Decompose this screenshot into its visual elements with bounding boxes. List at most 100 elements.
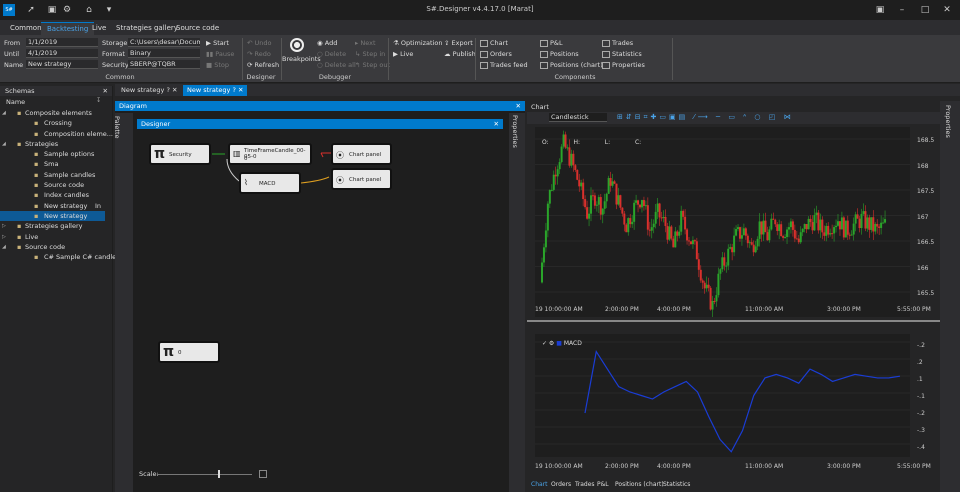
until-field[interactable]: 4/1/2019 [26, 49, 98, 58]
stop-button[interactable]: ■ Stop [206, 61, 229, 69]
step-in-button[interactable]: ↳ Step in [355, 50, 385, 58]
document-tab[interactable]: New strategy ? ✕ [117, 85, 181, 96]
trades-feed-button[interactable]: Trades feed [480, 61, 528, 69]
tree-item[interactable]: ▪ Index candles [0, 190, 105, 200]
candle [668, 226, 671, 240]
tree-item[interactable]: ▪ Crossing [0, 118, 105, 128]
tree-item[interactable]: ◢ ▪ Composite elements [0, 108, 105, 118]
candle [764, 220, 767, 233]
properties-button[interactable]: Properties [602, 61, 645, 69]
tree-item[interactable]: ▪ Sma [0, 159, 105, 169]
name-column-header[interactable]: Name [6, 98, 25, 106]
tree-item[interactable]: ▪ Source code [0, 180, 105, 190]
scale-slider[interactable] [157, 474, 252, 475]
next-button[interactable]: ▸ Next [355, 39, 376, 47]
statistics-button[interactable]: Statistics [602, 50, 642, 58]
step-out-button[interactable]: ↰ Step out [355, 61, 390, 69]
tree-item[interactable]: ◢ ▪ Strategies [0, 139, 105, 149]
tree-item[interactable]: ▷ ▪ Strategies gallery [0, 221, 105, 231]
export-button[interactable]: ⇪ Export [444, 39, 473, 47]
pause-button[interactable]: ▮▮ Pause [206, 50, 234, 58]
help-icon[interactable]: ▣ [875, 5, 885, 15]
candle [836, 221, 839, 226]
toolbar-icons[interactable]: ⊞⇵⊟⌗✚▭▣▤ ⁄⟶ ─ ▭ ᴬ ○ ◰ ⋈ [617, 113, 794, 122]
close-icon[interactable]: ✕ [516, 101, 521, 111]
candle [588, 213, 591, 219]
tree-item[interactable]: ▪ New strategy [0, 210, 105, 222]
storage-field[interactable]: C:\Users\desar\Documer [128, 38, 200, 47]
tree-item[interactable]: ▪ Sample options [0, 149, 105, 159]
security-node[interactable]: π Security [149, 143, 211, 165]
collapse-icon[interactable]: ▷ [2, 221, 6, 231]
scale-slider-thumb[interactable] [218, 470, 220, 478]
add-breakpoint-button[interactable]: ◉ Add [317, 39, 337, 47]
chart-button[interactable]: Chart [480, 39, 508, 47]
candle [735, 229, 738, 236]
tree-item[interactable]: ▪ Composition eleme... [0, 129, 113, 139]
maximize-icon[interactable]: □ [920, 5, 930, 15]
pane-splitter[interactable] [527, 320, 940, 322]
orders-button[interactable]: Orders [480, 50, 512, 58]
document-tab-active[interactable]: New strategy ? ✕ [183, 85, 248, 96]
close-icon[interactable]: ✕ [238, 86, 243, 94]
chart-tab[interactable]: Trades [575, 481, 595, 488]
chart-style-select[interactable]: Candlestick [549, 113, 607, 122]
from-field[interactable]: 1/1/2019 [26, 38, 98, 47]
delete-all-button[interactable]: ○ Delete all [317, 61, 356, 69]
candle [819, 219, 822, 231]
sort-icon[interactable]: ↧ [96, 97, 101, 104]
chart-tab[interactable]: Positions (chart) [615, 481, 664, 488]
tree-item[interactable]: ▷ ▪ Live [0, 232, 105, 242]
delete-breakpoint-button[interactable]: ○ Delete [317, 50, 346, 58]
pi-node[interactable]: π0 [158, 341, 220, 363]
tab-source-code[interactable]: Source code [170, 22, 225, 35]
positions-chart-button[interactable]: Positions (chart) [540, 61, 603, 69]
close-icon[interactable]: ✕ [103, 86, 108, 96]
expand-icon[interactable]: ◢ [2, 139, 6, 149]
candle-icon: ▥ [233, 149, 241, 158]
pnl-button[interactable]: P&L [540, 39, 563, 47]
chart-tab[interactable]: Statistics [663, 481, 690, 488]
trades-button[interactable]: Trades [602, 39, 633, 47]
close-icon[interactable]: ✕ [172, 86, 177, 94]
macd-node[interactable]: ⌇ MACD [239, 172, 301, 194]
chart-tab[interactable]: Chart [531, 481, 548, 488]
properties-sidebar[interactable] [509, 113, 525, 492]
collapse-icon[interactable]: ▷ [2, 232, 6, 242]
live-button[interactable]: ▶ Live [393, 50, 413, 58]
minimize-icon[interactable]: – [897, 5, 907, 15]
macd-x-tick-label: 5:55:00 PM [897, 463, 931, 470]
pin-icon[interactable]: ? [166, 86, 169, 94]
candle [541, 262, 543, 283]
expand-icon[interactable]: ◢ [2, 108, 6, 118]
fit-icon[interactable] [259, 470, 267, 478]
tab-live[interactable]: Live [86, 22, 112, 35]
security-field[interactable]: SBERP@TQBR [128, 60, 200, 69]
chart-panel-node-2[interactable]: ⦿ Chart panel [331, 168, 392, 190]
properties-sidebar[interactable]: Properties [940, 101, 960, 492]
optimization-button[interactable]: ⚗ Optimization [393, 39, 443, 47]
publish-button[interactable]: ☁ Publish [444, 50, 476, 58]
tree-item[interactable]: ▪ C# Sample C# candles [0, 252, 120, 262]
redo-button[interactable]: ↷ Redo [247, 50, 271, 58]
name-field[interactable]: New strategy [26, 60, 98, 69]
start-button[interactable]: ▶ Start [206, 39, 229, 47]
timeframe-candle-node[interactable]: ▥ TimeFrameCandle_00-05-0 0 [228, 143, 312, 165]
chart-tab[interactable]: P&L [597, 481, 609, 488]
tree-item[interactable]: ▪ New strategy In [0, 201, 105, 211]
pi-icon: π [154, 146, 166, 162]
positions-button[interactable]: Positions [540, 50, 579, 58]
format-select[interactable]: Binary [128, 49, 200, 58]
breakpoints-button[interactable]: Breakpoints [282, 55, 321, 63]
undo-button[interactable]: ↶ Undo [247, 39, 272, 47]
pin-icon[interactable]: ? [232, 86, 235, 94]
y-tick-label: 167 [917, 213, 929, 221]
tree-item[interactable]: ◢ ▪ Source code [0, 242, 105, 252]
chart-panel-node[interactable]: ⦿ Chart panel [331, 143, 392, 165]
expand-icon[interactable]: ◢ [2, 242, 6, 252]
tree-item[interactable]: ▪ Sample candles [0, 170, 105, 180]
chart-tab[interactable]: Orders [551, 481, 571, 488]
close-icon[interactable]: ✕ [942, 5, 952, 15]
refresh-button[interactable]: ⟳ Refresh [247, 61, 279, 69]
candle [615, 183, 618, 205]
